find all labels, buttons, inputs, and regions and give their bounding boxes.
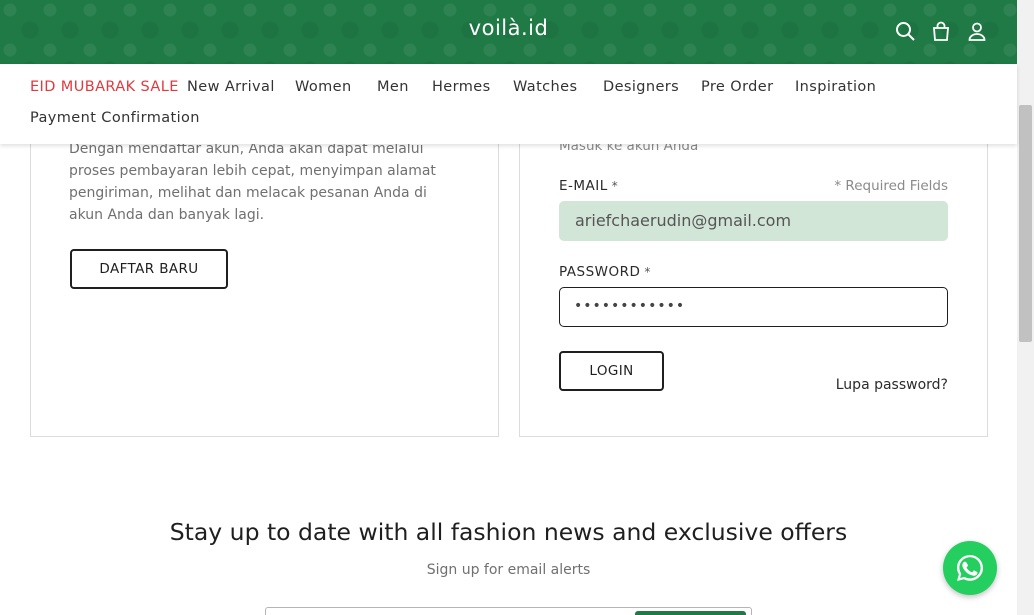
password-label-text: PASSWORD	[559, 264, 641, 280]
newsletter-title: Stay up to date with all fashion news an…	[169, 518, 848, 546]
email-field[interactable]: ariefchaerudin@gmail.com	[559, 201, 948, 241]
required-fields-note: * Required Fields	[834, 178, 948, 194]
nav-item-men[interactable]: Men	[377, 79, 409, 95]
required-mark: *	[644, 265, 651, 279]
nav-item-eid-sale[interactable]: EID MUBARAK SALE	[30, 79, 179, 95]
nav-item-pre-order[interactable]: Pre Order	[701, 79, 773, 95]
nav-item-new-arrival[interactable]: New Arrival	[187, 79, 275, 95]
register-button[interactable]: DAFTAR BARU	[70, 249, 228, 289]
newsletter-subtitle: Sign up for email alerts	[426, 562, 591, 578]
main-nav: EID MUBARAK SALE New Arrival Women Men H…	[0, 64, 1017, 144]
required-mark: *	[611, 179, 619, 193]
nav-item-watches[interactable]: Watches	[513, 79, 577, 95]
search-icon[interactable]	[894, 20, 916, 42]
scrollbar-thumb[interactable]	[1019, 105, 1032, 342]
user-icon[interactable]	[966, 20, 988, 42]
password-field[interactable]: ••••••••••••	[559, 287, 948, 327]
whatsapp-icon	[957, 555, 983, 581]
forgot-password-link[interactable]: Lupa password?	[800, 377, 948, 393]
nav-item-payment-confirmation[interactable]: Payment Confirmation	[30, 110, 200, 126]
register-description: Dengan mendaftar akun, Anda akan dapat m…	[69, 141, 436, 223]
cart-icon[interactable]	[930, 20, 952, 42]
nav-item-designers[interactable]: Designers	[603, 79, 679, 95]
password-label: PASSWORD *	[559, 264, 651, 280]
nav-item-hermes[interactable]: Hermes	[432, 79, 491, 95]
email-label: E-MAIL *	[559, 178, 618, 194]
site-logo[interactable]: voilà.id	[0, 16, 1017, 40]
email-label-text: E-MAIL	[559, 178, 608, 194]
top-header: voilà.id	[0, 0, 1017, 64]
newsletter-submit-button[interactable]	[635, 611, 746, 615]
nav-item-inspiration[interactable]: Inspiration	[795, 79, 876, 95]
nav-item-women[interactable]: Women	[295, 79, 352, 95]
login-button[interactable]: LOGIN	[559, 351, 664, 391]
whatsapp-button[interactable]	[943, 541, 997, 595]
